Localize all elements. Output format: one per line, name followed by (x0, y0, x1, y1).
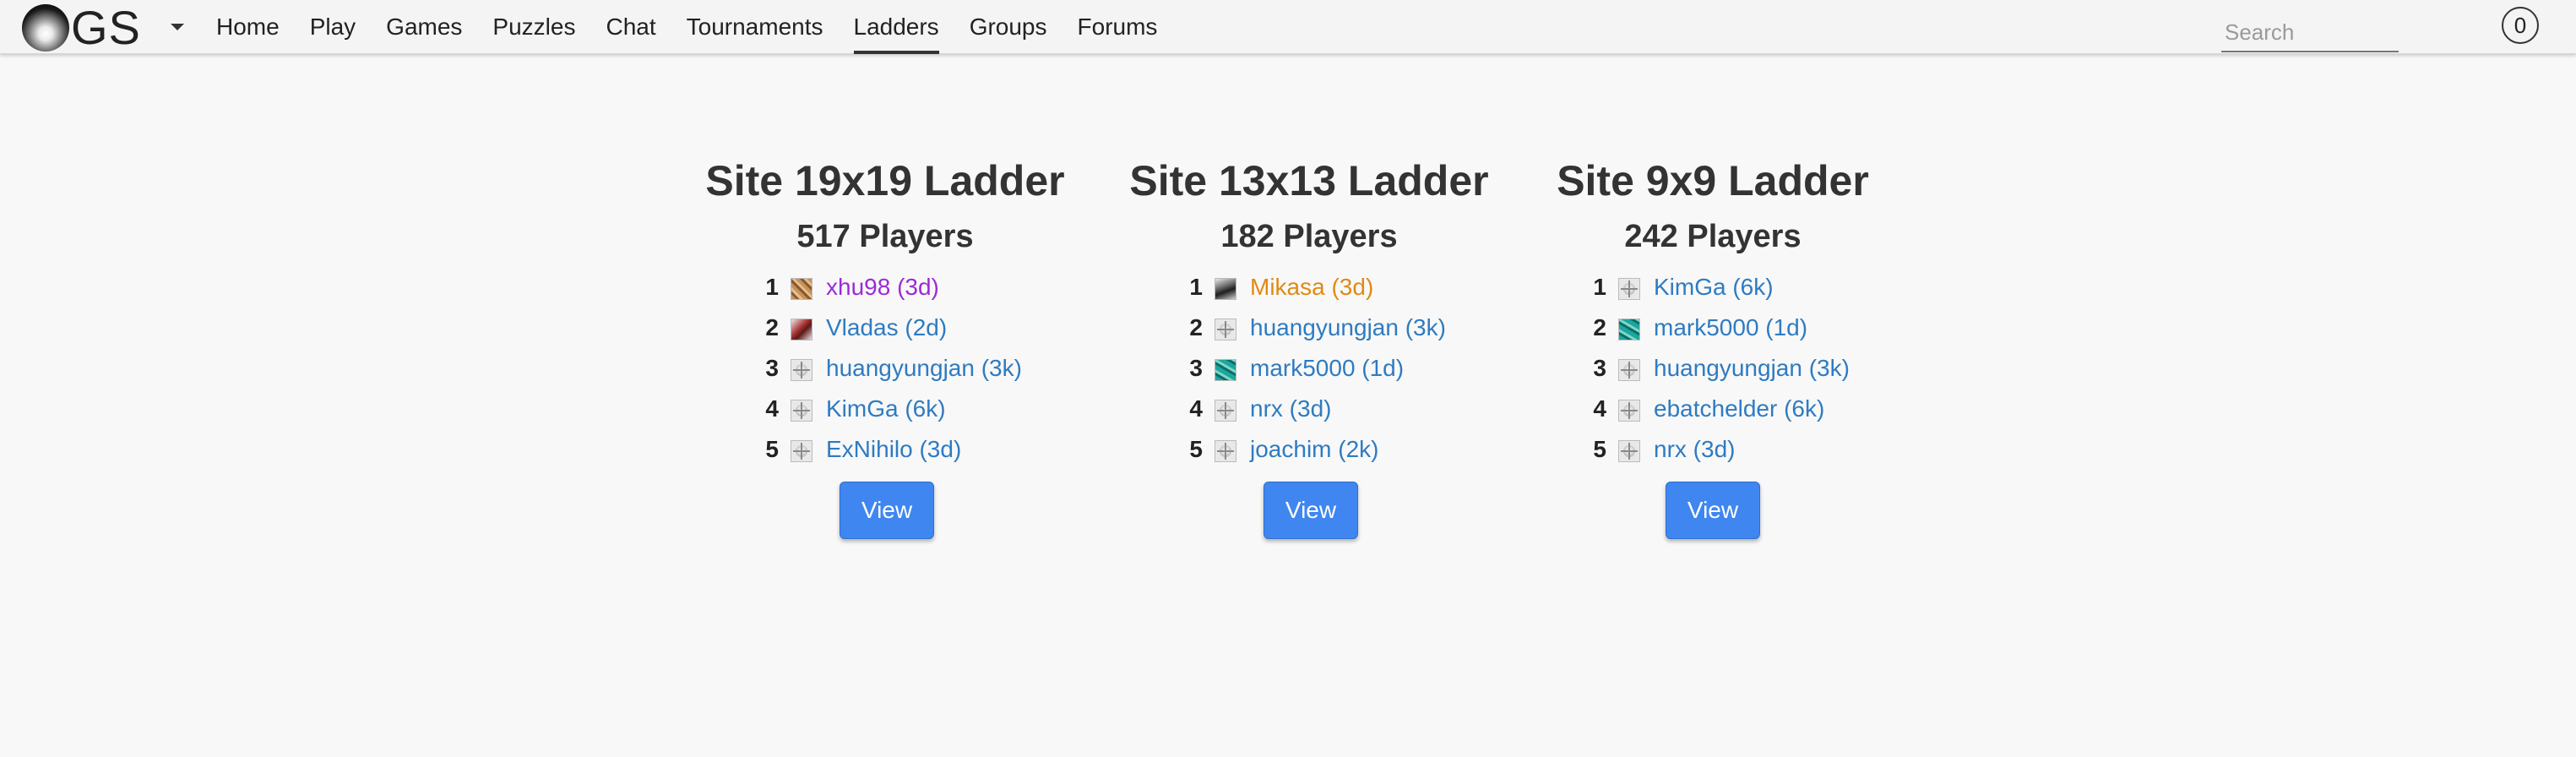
rank-number: 1 (1593, 274, 1606, 300)
rank-number: 4 (765, 395, 779, 422)
player-link[interactable]: huangyungjan (3k) (1250, 308, 1446, 348)
rank-number: 2 (765, 314, 779, 340)
ladder-row: 3 huangyungjan (3k) (1519, 348, 1907, 389)
ladder-19x19: Site 19x19 Ladder 517 Players 1 xhu98 (3… (691, 149, 1079, 470)
rank-number: 4 (1189, 395, 1203, 422)
player-link[interactable]: ExNihilo (3d) (826, 429, 961, 470)
ladder-row: 2 mark5000 (1d) (1519, 308, 1907, 348)
ladder-row: 3 mark5000 (1d) (1115, 348, 1503, 389)
rank-number: 5 (765, 436, 779, 462)
go-stone-logo-icon (22, 4, 69, 52)
ladder-row: 1 xhu98 (3d) (691, 267, 1079, 308)
ladder-13x13: Site 13x13 Ladder 182 Players 1 Mikasa (… (1115, 149, 1503, 470)
ladder-row: 1 KimGa (6k) (1519, 267, 1907, 308)
ladder-player-count: 517 Players (796, 219, 974, 254)
player-avatar-icon[interactable] (1618, 319, 1640, 340)
rank-number: 2 (1593, 314, 1606, 340)
ladder-row: 1 Mikasa (3d) (1115, 267, 1503, 308)
player-link[interactable]: KimGa (6k) (1654, 267, 1774, 308)
default-avatar-icon[interactable] (1618, 440, 1640, 462)
default-avatar-icon[interactable] (791, 400, 812, 422)
ladder-row: 5 joachim (2k) (1115, 429, 1503, 470)
rank-number: 1 (1189, 274, 1203, 300)
player-link[interactable]: nrx (3d) (1654, 429, 1735, 470)
player-avatar-icon[interactable] (1215, 359, 1236, 381)
top-navbar: GS Home Play Games Puzzles Chat Tourname… (0, 0, 2576, 54)
ladder-row: 4 ebatchelder (6k) (1519, 389, 1907, 429)
nav-games[interactable]: Games (386, 0, 462, 54)
default-avatar-icon[interactable] (1618, 400, 1640, 422)
player-avatar-icon[interactable] (791, 319, 812, 340)
rank-number: 5 (1189, 436, 1203, 462)
nav-forums[interactable]: Forums (1078, 0, 1158, 54)
notification-count-badge[interactable]: 0 (2502, 7, 2539, 44)
player-link[interactable]: KimGa (6k) (826, 389, 946, 429)
site-logo[interactable]: GS (22, 1, 157, 54)
rank-number: 3 (1593, 355, 1606, 381)
ladder-row: 4 KimGa (6k) (691, 389, 1079, 429)
player-link[interactable]: Vladas (2d) (826, 308, 947, 348)
search-box (2221, 15, 2399, 52)
ladder-list: 1 Mikasa (3d) 2 huangyungjan (3k) 3 mark… (1115, 267, 1503, 470)
default-avatar-icon[interactable] (1215, 319, 1236, 340)
nav-puzzles[interactable]: Puzzles (492, 0, 575, 54)
player-link[interactable]: xhu98 (3d) (826, 267, 939, 308)
ladder-list: 1 xhu98 (3d) 2 Vladas (2d) 3 huangyungja… (691, 267, 1079, 470)
ladder-title: Site 9x9 Ladder (1557, 157, 1869, 204)
default-avatar-icon[interactable] (1215, 440, 1236, 462)
player-avatar-icon[interactable] (791, 278, 812, 300)
ladder-row: 4 nrx (3d) (1115, 389, 1503, 429)
ladder-player-count: 242 Players (1624, 219, 1802, 254)
ladder-list: 1 KimGa (6k) 2 mark5000 (1d) 3 huangyung… (1519, 267, 1907, 470)
nav-tournaments[interactable]: Tournaments (687, 0, 823, 54)
default-avatar-icon[interactable] (791, 359, 812, 381)
player-avatar-icon[interactable] (1215, 278, 1236, 300)
nav-home[interactable]: Home (216, 0, 280, 54)
rank-number: 2 (1189, 314, 1203, 340)
nav-ladders[interactable]: Ladders (853, 0, 939, 54)
ladder-title: Site 19x19 Ladder (705, 157, 1065, 204)
search-input[interactable] (2221, 15, 2399, 49)
rank-number: 1 (765, 274, 779, 300)
ladder-row: 2 Vladas (2d) (691, 308, 1079, 348)
rank-number: 4 (1593, 395, 1606, 422)
player-link[interactable]: nrx (3d) (1250, 389, 1331, 429)
view-ladder-button[interactable]: View (1666, 482, 1760, 539)
player-link[interactable]: joachim (2k) (1250, 429, 1378, 470)
ladder-9x9: Site 9x9 Ladder 242 Players 1 KimGa (6k)… (1519, 149, 1907, 470)
player-link[interactable]: huangyungjan (3k) (1654, 348, 1850, 389)
default-avatar-icon[interactable] (1618, 359, 1640, 381)
ladder-row: 5 nrx (3d) (1519, 429, 1907, 470)
ladder-row: 3 huangyungjan (3k) (691, 348, 1079, 389)
ladder-row: 5 ExNihilo (3d) (691, 429, 1079, 470)
nav-play[interactable]: Play (310, 0, 356, 54)
ladder-title: Site 13x13 Ladder (1129, 157, 1489, 204)
player-link[interactable]: ebatchelder (6k) (1654, 389, 1824, 429)
nav-groups[interactable]: Groups (970, 0, 1047, 54)
default-avatar-icon[interactable] (1215, 400, 1236, 422)
player-link[interactable]: mark5000 (1d) (1250, 348, 1404, 389)
default-avatar-icon[interactable] (1618, 278, 1640, 300)
view-ladder-button[interactable]: View (840, 482, 934, 539)
rank-number: 3 (1189, 355, 1203, 381)
rank-number: 5 (1593, 436, 1606, 462)
logo-text: GS (71, 1, 141, 54)
ladder-row: 2 huangyungjan (3k) (1115, 308, 1503, 348)
nav-chat[interactable]: Chat (606, 0, 655, 54)
view-ladder-button[interactable]: View (1264, 482, 1358, 539)
ladder-player-count: 182 Players (1220, 219, 1398, 254)
player-link[interactable]: Mikasa (3d) (1250, 267, 1373, 308)
main-nav: Home Play Games Puzzles Chat Tournaments… (216, 0, 1187, 54)
player-link[interactable]: huangyungjan (3k) (826, 348, 1022, 389)
chevron-down-icon[interactable] (171, 24, 184, 30)
player-link[interactable]: mark5000 (1d) (1654, 308, 1807, 348)
rank-number: 3 (765, 355, 779, 381)
default-avatar-icon[interactable] (791, 440, 812, 462)
